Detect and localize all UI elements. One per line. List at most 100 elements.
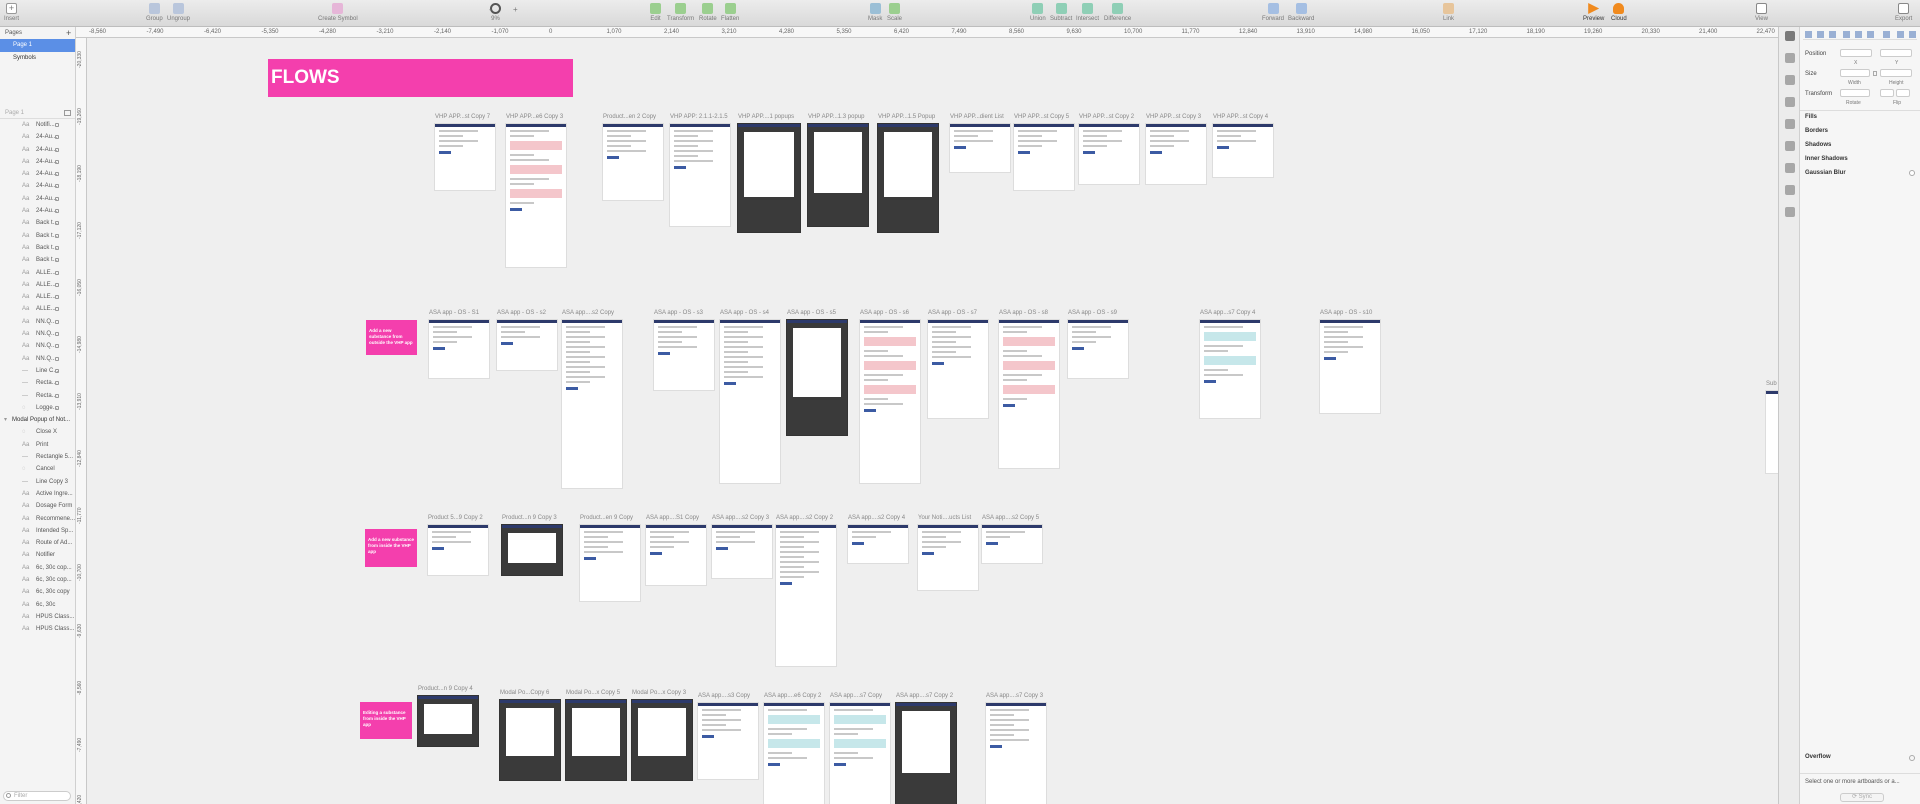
- layer-row[interactable]: Aa 6c, 30c: [0, 599, 75, 611]
- sync-button[interactable]: ⟳ Sync: [1840, 793, 1884, 802]
- export-button[interactable]: Export: [1895, 3, 1912, 22]
- lock-icon[interactable]: [55, 319, 59, 324]
- artboard[interactable]: ASA app....s7 Copy 2: [895, 693, 957, 804]
- borders-section[interactable]: Borders: [1805, 128, 1828, 134]
- lock-icon[interactable]: [55, 172, 59, 177]
- lock-icon[interactable]: [55, 233, 59, 238]
- rotate-button[interactable]: Rotate: [699, 3, 717, 22]
- layer-row[interactable]: Aa 6c, 30c copy: [0, 586, 75, 598]
- artboard[interactable]: ASA app....s2 Copy: [561, 310, 623, 489]
- layer-row[interactable]: Aa 24-Au...: [0, 193, 75, 205]
- layer-row[interactable]: — Line Copy 3: [0, 476, 75, 488]
- artboard[interactable]: VHP APP....1 popups: [737, 114, 801, 233]
- artboard[interactable]: Product...n 9 Copy 4: [417, 686, 479, 747]
- height-field[interactable]: [1880, 69, 1912, 77]
- artboard[interactable]: ASA app....s2 Copy 2: [775, 515, 837, 667]
- lock-icon[interactable]: [55, 135, 59, 140]
- artboard[interactable]: Your Noti....ucts List: [917, 515, 979, 591]
- collapse-layers-icon[interactable]: [64, 110, 71, 116]
- layer-row[interactable]: — Recta...: [0, 390, 75, 402]
- layer-row[interactable]: Aa Print: [0, 439, 75, 451]
- gaussian-blur-checkbox[interactable]: [1909, 170, 1915, 176]
- artboard[interactable]: ASA app....s2 Copy 3: [711, 515, 773, 579]
- bolt-icon[interactable]: [1785, 97, 1795, 107]
- layer-row[interactable]: Aa NN.Q...: [0, 353, 75, 365]
- lock-icon[interactable]: [55, 196, 59, 201]
- lock-icon[interactable]: [55, 295, 59, 300]
- layer-row[interactable]: ◌ Cancel: [0, 463, 75, 475]
- zoom-out-button[interactable]: -: [489, 5, 492, 14]
- grid-icon[interactable]: [1785, 163, 1795, 173]
- artboard[interactable]: ASA app - OS - s8: [998, 310, 1060, 469]
- artboard[interactable]: Product...en 9 Copy: [579, 515, 641, 602]
- layer-row[interactable]: Aa Active Ingre...: [0, 488, 75, 500]
- flip-vertical-button[interactable]: [1896, 89, 1910, 97]
- insert-button[interactable]: + Insert: [4, 3, 19, 22]
- align-center-icon[interactable]: [1817, 31, 1824, 38]
- layer-row[interactable]: Aa 24-Au...: [0, 168, 75, 180]
- flip-horizontal-button[interactable]: [1880, 89, 1894, 97]
- layer-row[interactable]: — Line C...: [0, 365, 75, 377]
- artboard[interactable]: ASA app - OS - s4: [719, 310, 781, 484]
- overflow-settings-icon[interactable]: [1909, 755, 1915, 761]
- align-right-icon[interactable]: [1829, 31, 1836, 38]
- artboard[interactable]: ASA app...s7 Copy 4: [1199, 310, 1261, 419]
- align-bottom-icon[interactable]: [1867, 31, 1874, 38]
- tidy-icon[interactable]: [1909, 31, 1916, 38]
- create-symbol-button[interactable]: Create Symbol: [318, 3, 358, 22]
- artboard[interactable]: ASA app....s7 Copy 3: [985, 693, 1047, 804]
- lock-icon[interactable]: [55, 332, 59, 337]
- layer-row[interactable]: Aa Back t...: [0, 230, 75, 242]
- artboard[interactable]: ASA app - OS - s5: [786, 310, 848, 436]
- lock-icon[interactable]: [55, 393, 59, 398]
- layer-row[interactable]: Aa 6c, 30c cop...: [0, 574, 75, 586]
- layer-row[interactable]: Aa NN.Q...: [0, 316, 75, 328]
- layer-row[interactable]: Aa Intended Sp...: [0, 525, 75, 537]
- layer-row[interactable]: Aa NN.Q...: [0, 340, 75, 352]
- width-field[interactable]: [1840, 69, 1870, 77]
- artboard[interactable]: VHP APP...st Copy 3: [1145, 114, 1207, 185]
- intersect-button[interactable]: Intersect: [1076, 3, 1099, 22]
- shadows-section[interactable]: Shadows: [1805, 142, 1831, 148]
- distribute-h-icon[interactable]: [1883, 31, 1890, 38]
- artboard[interactable]: ASA app....s7 Copy: [829, 693, 891, 804]
- layer-row[interactable]: Aa ALLE...: [0, 279, 75, 291]
- artboard[interactable]: Product 5...9 Copy 2: [427, 515, 489, 576]
- artboard[interactable]: ASA app - OS - s3: [653, 310, 715, 391]
- inner-shadows-section[interactable]: Inner Shadows: [1805, 156, 1848, 162]
- components-icon[interactable]: [1785, 141, 1795, 151]
- artboard[interactable]: VHP APP...st Copy 5: [1013, 114, 1075, 191]
- artboard[interactable]: ASA app....s2 Copy 5: [981, 515, 1043, 564]
- artboard[interactable]: VHP APP...1.3 popup: [807, 114, 869, 227]
- scale-button[interactable]: Scale: [887, 3, 902, 22]
- lock-icon[interactable]: [55, 356, 59, 361]
- position-y-field[interactable]: [1880, 49, 1912, 57]
- layer-row[interactable]: Aa Route of Ad...: [0, 537, 75, 549]
- artboard[interactable]: ASA app - OS - s6: [859, 310, 921, 484]
- mask-button[interactable]: Mask: [868, 3, 882, 22]
- canvas[interactable]: FLOWS Add a new substance from outside t…: [87, 38, 1778, 804]
- artboard[interactable]: Product...en 2 Copy: [602, 114, 664, 201]
- layer-row[interactable]: ◌ Logge...: [0, 402, 75, 414]
- layer-filter-input[interactable]: Filter: [3, 791, 71, 801]
- resize-icon[interactable]: [1785, 185, 1795, 195]
- layer-row[interactable]: Aa Dosage Form: [0, 500, 75, 512]
- artboard[interactable]: ASA app - OS - s10: [1319, 310, 1381, 414]
- layer-row[interactable]: Aa NN.Q...: [0, 328, 75, 340]
- zoom-in-button[interactable]: +: [513, 5, 518, 14]
- lock-icon[interactable]: [55, 368, 59, 373]
- page-item-symbols[interactable]: Symbols: [0, 52, 75, 65]
- align-top-icon[interactable]: [1843, 31, 1850, 38]
- layer-row[interactable]: ◌ Close X: [0, 426, 75, 438]
- crop-icon[interactable]: [1785, 207, 1795, 217]
- lock-icon[interactable]: [55, 344, 59, 349]
- lock-icon[interactable]: [55, 221, 59, 226]
- artboard[interactable]: VHP APP...1.5 Popup: [877, 114, 939, 233]
- gear-icon[interactable]: [1785, 119, 1795, 129]
- artboard[interactable]: Modal Po...Copy 6: [499, 690, 561, 781]
- rotate-field[interactable]: [1840, 89, 1870, 97]
- layer-row[interactable]: Aa ALLE...: [0, 267, 75, 279]
- lock-icon[interactable]: [55, 307, 59, 312]
- add-page-button[interactable]: +: [66, 27, 71, 39]
- lock-icon[interactable]: [55, 282, 59, 287]
